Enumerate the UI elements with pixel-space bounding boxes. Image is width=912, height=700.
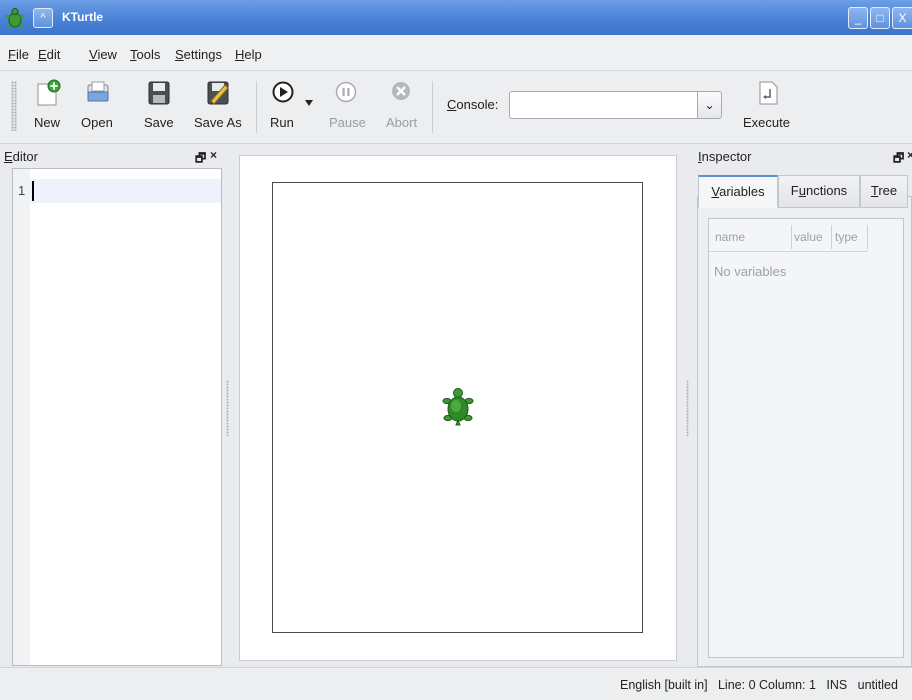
toolbar-separator — [256, 81, 257, 133]
status-text: English [built in] Line: 0 Column: 1 INS… — [620, 678, 898, 692]
abort-icon — [392, 82, 410, 100]
new-button[interactable]: New — [28, 77, 68, 139]
pause-icon — [335, 81, 357, 103]
save-as-label: Save As — [194, 115, 242, 130]
code-editor[interactable]: 1 — [12, 168, 222, 666]
toolbar-grip[interactable] — [11, 81, 17, 131]
maximize-button[interactable]: □ — [870, 7, 890, 29]
title-bar: ^ KTurtle _ □ X — [0, 0, 912, 35]
current-line-highlight — [30, 179, 221, 203]
header-separator — [709, 251, 868, 252]
execute-label: Execute — [743, 115, 790, 130]
tab-functions[interactable]: Functions — [778, 175, 860, 208]
menu-edit[interactable]: Edit — [38, 47, 60, 62]
save-label: Save — [144, 115, 174, 130]
console-dropdown-button[interactable]: ⌄ — [698, 91, 722, 119]
console-label: Console: — [447, 97, 499, 112]
text-caret — [32, 181, 34, 201]
column-header-name[interactable]: name — [715, 230, 745, 244]
menu-file[interactable]: File — [8, 47, 29, 62]
open-icon — [87, 81, 109, 102]
menu-bar: File Edit View Tools Settings Help — [0, 35, 912, 71]
new-label: New — [34, 115, 61, 130]
turtle-sprite-icon — [442, 388, 474, 426]
column-divider — [831, 225, 832, 249]
menu-help[interactable]: Help — [235, 47, 262, 62]
menu-tools[interactable]: Tools — [130, 47, 160, 62]
play-icon — [272, 81, 294, 103]
minimize-button[interactable]: _ — [848, 7, 868, 29]
new-document-icon — [37, 79, 61, 106]
save-button[interactable]: Save — [140, 77, 178, 139]
empty-message: No variables — [714, 264, 787, 279]
menu-settings[interactable]: Settings — [175, 47, 222, 62]
column-divider — [867, 225, 868, 249]
inspector-dock-title: Inspector — [698, 149, 752, 164]
pause-label: Pause — [329, 115, 366, 130]
main-toolbar: New Open Save Save As Run Pause Abort Co… — [0, 71, 912, 144]
execute-button[interactable]: Execute — [738, 77, 798, 139]
save-floppy-icon — [148, 81, 170, 105]
console-input[interactable] — [509, 91, 698, 119]
column-divider — [791, 225, 792, 249]
turtle-app-icon — [5, 8, 25, 28]
save-as-button[interactable]: Save As — [190, 77, 246, 139]
status-mode: INS — [826, 678, 848, 692]
right-splitter-handle[interactable] — [686, 380, 689, 436]
toolbar-separator — [432, 81, 433, 133]
inspector-float-icon[interactable]: 🗗 — [893, 149, 904, 170]
close-button[interactable]: X — [892, 7, 912, 29]
execute-icon — [759, 81, 778, 105]
run-button[interactable]: Run — [266, 77, 318, 139]
status-language: English [built in] — [620, 678, 708, 692]
open-label: Open — [81, 115, 113, 130]
status-position: Line: 0 Column: 1 — [717, 678, 816, 692]
status-bar: English [built in] Line: 0 Column: 1 INS… — [0, 667, 912, 700]
chevron-down-icon[interactable] — [304, 99, 314, 107]
abort-label: Abort — [386, 115, 418, 130]
column-header-value[interactable]: value — [794, 230, 823, 244]
tab-variables[interactable]: Variables — [698, 175, 778, 208]
window-title: KTurtle — [62, 10, 104, 24]
pause-button[interactable]: Pause — [326, 77, 370, 139]
editor-float-icon[interactable]: 🗗 — [195, 149, 206, 170]
inspector-close-icon[interactable]: × — [907, 148, 912, 162]
editor-close-icon[interactable]: × — [210, 148, 217, 162]
menu-view[interactable]: View — [89, 47, 117, 62]
abort-button[interactable]: Abort — [382, 77, 422, 139]
left-splitter-handle[interactable] — [226, 380, 229, 436]
status-file: untitled — [857, 678, 898, 692]
tab-tree[interactable]: Tree — [860, 175, 908, 208]
open-button[interactable]: Open — [78, 77, 120, 139]
line-number: 1 — [18, 183, 26, 198]
save-as-icon — [207, 81, 229, 105]
column-header-type[interactable]: type — [835, 230, 858, 244]
variables-table: name value type No variables — [708, 218, 904, 658]
line-number-gutter — [13, 169, 30, 665]
run-label: Run — [270, 115, 294, 130]
editor-dock-title: Editor — [4, 149, 38, 164]
window-menu-button[interactable]: ^ — [33, 8, 53, 28]
